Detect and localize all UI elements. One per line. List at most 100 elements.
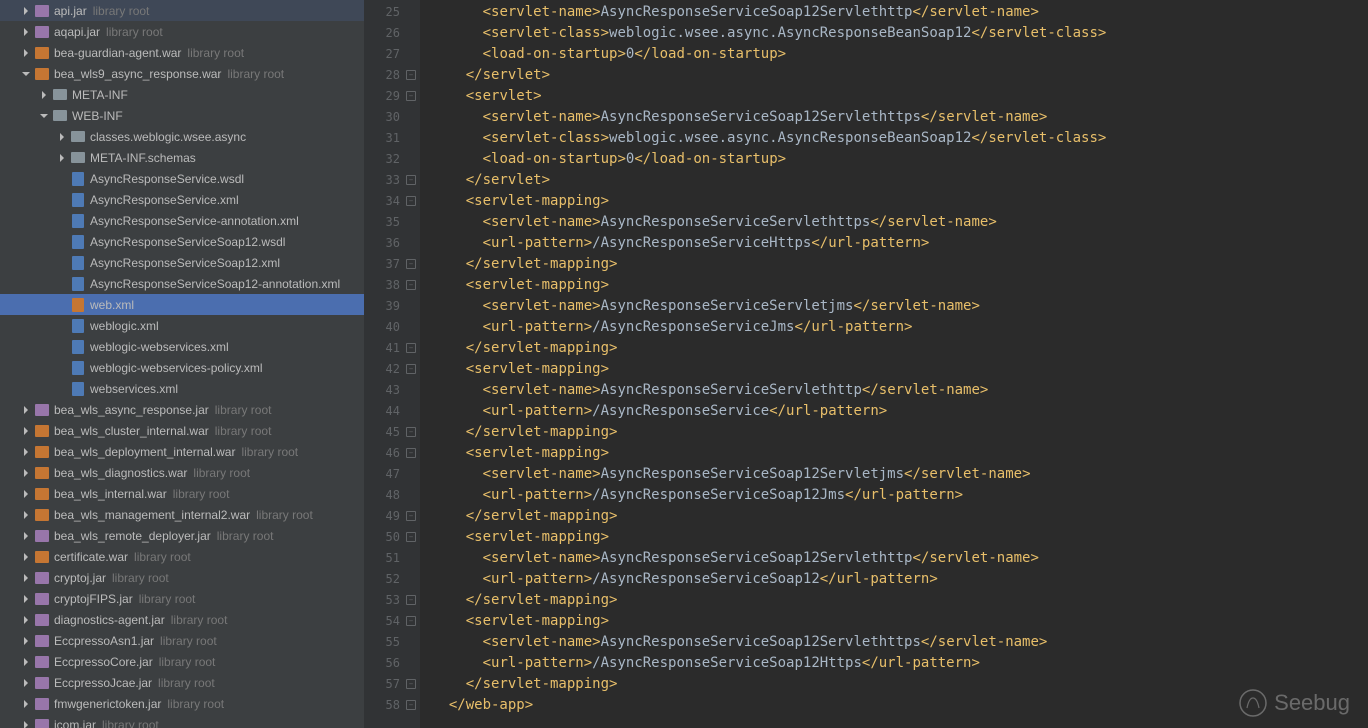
tree-item-weblogic-xml[interactable]: weblogic.xml xyxy=(0,315,364,336)
code-line[interactable]: <servlet-mapping> xyxy=(432,443,1368,464)
code-line[interactable]: </servlet> xyxy=(432,65,1368,86)
fold-toggle-icon[interactable]: − xyxy=(406,91,416,101)
chevron-right-icon[interactable] xyxy=(20,572,32,584)
chevron-right-icon[interactable] xyxy=(20,551,32,563)
code-area[interactable]: <servlet-name>AsyncResponseServiceSoap12… xyxy=(420,0,1368,728)
chevron-right-icon[interactable] xyxy=(20,509,32,521)
tree-item-icom-jar[interactable]: icom.jarlibrary root xyxy=(0,714,364,728)
tree-item-asyncresponseservicesoap12-annotation-xml[interactable]: AsyncResponseServiceSoap12-annotation.xm… xyxy=(0,273,364,294)
tree-item-weblogic-webservices-policy-xml[interactable]: weblogic-webservices-policy.xml xyxy=(0,357,364,378)
chevron-right-icon[interactable] xyxy=(20,635,32,647)
tree-item-meta-inf[interactable]: META-INF xyxy=(0,84,364,105)
code-line[interactable]: <servlet-name>AsyncResponseServiceSoap12… xyxy=(432,464,1368,485)
chevron-right-icon[interactable] xyxy=(20,26,32,38)
chevron-right-icon[interactable] xyxy=(20,404,32,416)
chevron-right-icon[interactable] xyxy=(20,530,32,542)
tree-item-asyncresponseservicesoap12-xml[interactable]: AsyncResponseServiceSoap12.xml xyxy=(0,252,364,273)
fold-toggle-icon[interactable]: − xyxy=(406,364,416,374)
fold-toggle-icon[interactable]: − xyxy=(406,511,416,521)
fold-toggle-icon[interactable]: − xyxy=(406,700,416,710)
tree-item-asyncresponseservice-wsdl[interactable]: AsyncResponseService.wsdl xyxy=(0,168,364,189)
code-line[interactable]: <servlet-mapping> xyxy=(432,191,1368,212)
code-line[interactable]: <servlet-name>AsyncResponseServiceSoap12… xyxy=(432,548,1368,569)
tree-item-eccpressoasn1-jar[interactable]: EccpressoAsn1.jarlibrary root xyxy=(0,630,364,651)
tree-item-certificate-war[interactable]: certificate.warlibrary root xyxy=(0,546,364,567)
chevron-right-icon[interactable] xyxy=(20,677,32,689)
code-line[interactable]: </web-app> xyxy=(432,695,1368,716)
chevron-right-icon[interactable] xyxy=(20,47,32,59)
tree-item-asyncresponseservice-annotation-xml[interactable]: AsyncResponseService-annotation.xml xyxy=(0,210,364,231)
code-line[interactable]: </servlet-mapping> xyxy=(432,422,1368,443)
tree-item-bea-wls-diagnostics-war[interactable]: bea_wls_diagnostics.warlibrary root xyxy=(0,462,364,483)
code-line[interactable]: </servlet-mapping> xyxy=(432,254,1368,275)
code-line[interactable]: <servlet-class>weblogic.wsee.async.Async… xyxy=(432,23,1368,44)
code-line[interactable]: <url-pattern>/AsyncResponseServiceJms</u… xyxy=(432,317,1368,338)
code-line[interactable]: <servlet-mapping> xyxy=(432,359,1368,380)
chevron-right-icon[interactable] xyxy=(20,5,32,17)
chevron-right-icon[interactable] xyxy=(20,698,32,710)
tree-item-cryptoj-jar[interactable]: cryptoj.jarlibrary root xyxy=(0,567,364,588)
tree-item-bea-guardian-agent-war[interactable]: bea-guardian-agent.warlibrary root xyxy=(0,42,364,63)
fold-toggle-icon[interactable]: − xyxy=(406,70,416,80)
code-line[interactable]: </servlet-mapping> xyxy=(432,590,1368,611)
chevron-right-icon[interactable] xyxy=(56,131,68,143)
tree-item-bea-wls-async-response-jar[interactable]: bea_wls_async_response.jarlibrary root xyxy=(0,399,364,420)
tree-item-bea-wls9-async-response-war[interactable]: bea_wls9_async_response.warlibrary root xyxy=(0,63,364,84)
fold-toggle-icon[interactable]: − xyxy=(406,196,416,206)
tree-item-eccpressocore-jar[interactable]: EccpressoCore.jarlibrary root xyxy=(0,651,364,672)
tree-item-bea-wls-management-internal2-war[interactable]: bea_wls_management_internal2.warlibrary … xyxy=(0,504,364,525)
fold-toggle-icon[interactable]: − xyxy=(406,280,416,290)
chevron-right-icon[interactable] xyxy=(20,488,32,500)
tree-item-aqapi-jar[interactable]: aqapi.jarlibrary root xyxy=(0,21,364,42)
code-line[interactable]: <url-pattern>/AsyncResponseServiceSoap12… xyxy=(432,653,1368,674)
chevron-right-icon[interactable] xyxy=(20,614,32,626)
tree-item-web-xml[interactable]: web.xml xyxy=(0,294,364,315)
chevron-down-icon[interactable] xyxy=(20,68,32,80)
code-line[interactable]: <servlet-name>AsyncResponseServiceServle… xyxy=(432,296,1368,317)
code-line[interactable]: <servlet-class>weblogic.wsee.async.Async… xyxy=(432,128,1368,149)
code-line[interactable]: <url-pattern>/AsyncResponseService</url-… xyxy=(432,401,1368,422)
code-line[interactable]: </servlet-mapping> xyxy=(432,674,1368,695)
tree-item-bea-wls-internal-war[interactable]: bea_wls_internal.warlibrary root xyxy=(0,483,364,504)
tree-item-bea-wls-deployment-internal-war[interactable]: bea_wls_deployment_internal.warlibrary r… xyxy=(0,441,364,462)
tree-item-classes-weblogic-wsee-async[interactable]: classes.weblogic.wsee.async xyxy=(0,126,364,147)
chevron-right-icon[interactable] xyxy=(38,89,50,101)
code-line[interactable]: </servlet-mapping> xyxy=(432,338,1368,359)
fold-toggle-icon[interactable]: − xyxy=(406,259,416,269)
fold-toggle-icon[interactable]: − xyxy=(406,616,416,626)
chevron-right-icon[interactable] xyxy=(20,467,32,479)
code-line[interactable]: <url-pattern>/AsyncResponseServiceSoap12… xyxy=(432,569,1368,590)
code-line[interactable]: <url-pattern>/AsyncResponseServiceHttps<… xyxy=(432,233,1368,254)
chevron-right-icon[interactable] xyxy=(20,425,32,437)
tree-item-asyncresponseservice-xml[interactable]: AsyncResponseService.xml xyxy=(0,189,364,210)
fold-toggle-icon[interactable]: − xyxy=(406,175,416,185)
tree-item-bea-wls-remote-deployer-jar[interactable]: bea_wls_remote_deployer.jarlibrary root xyxy=(0,525,364,546)
tree-item-api-jar[interactable]: api.jarlibrary root xyxy=(0,0,364,21)
code-line[interactable]: </servlet> xyxy=(432,170,1368,191)
tree-item-diagnostics-agent-jar[interactable]: diagnostics-agent.jarlibrary root xyxy=(0,609,364,630)
fold-toggle-icon[interactable]: − xyxy=(406,595,416,605)
tree-item-webservices-xml[interactable]: webservices.xml xyxy=(0,378,364,399)
tree-item-weblogic-webservices-xml[interactable]: weblogic-webservices.xml xyxy=(0,336,364,357)
chevron-right-icon[interactable] xyxy=(20,719,32,728)
code-line[interactable]: <servlet> xyxy=(432,86,1368,107)
chevron-right-icon[interactable] xyxy=(20,446,32,458)
tree-item-fmwgenerictoken-jar[interactable]: fmwgenerictoken.jarlibrary root xyxy=(0,693,364,714)
code-line[interactable]: <load-on-startup>0</load-on-startup> xyxy=(432,149,1368,170)
code-line[interactable]: <servlet-mapping> xyxy=(432,275,1368,296)
chevron-right-icon[interactable] xyxy=(56,152,68,164)
chevron-down-icon[interactable] xyxy=(38,110,50,122)
code-line[interactable]: </servlet-mapping> xyxy=(432,506,1368,527)
tree-item-web-inf[interactable]: WEB-INF xyxy=(0,105,364,126)
fold-toggle-icon[interactable]: − xyxy=(406,343,416,353)
code-line[interactable]: <url-pattern>/AsyncResponseServiceSoap12… xyxy=(432,485,1368,506)
code-line[interactable]: <load-on-startup>0</load-on-startup> xyxy=(432,44,1368,65)
chevron-right-icon[interactable] xyxy=(20,593,32,605)
code-line[interactable]: <servlet-name>AsyncResponseServiceSoap12… xyxy=(432,632,1368,653)
code-line[interactable]: <servlet-mapping> xyxy=(432,527,1368,548)
fold-toggle-icon[interactable]: − xyxy=(406,679,416,689)
fold-toggle-icon[interactable]: − xyxy=(406,448,416,458)
code-line[interactable]: <servlet-mapping> xyxy=(432,611,1368,632)
code-line[interactable]: <servlet-name>AsyncResponseServiceServle… xyxy=(432,380,1368,401)
tree-item-meta-inf-schemas[interactable]: META-INF.schemas xyxy=(0,147,364,168)
